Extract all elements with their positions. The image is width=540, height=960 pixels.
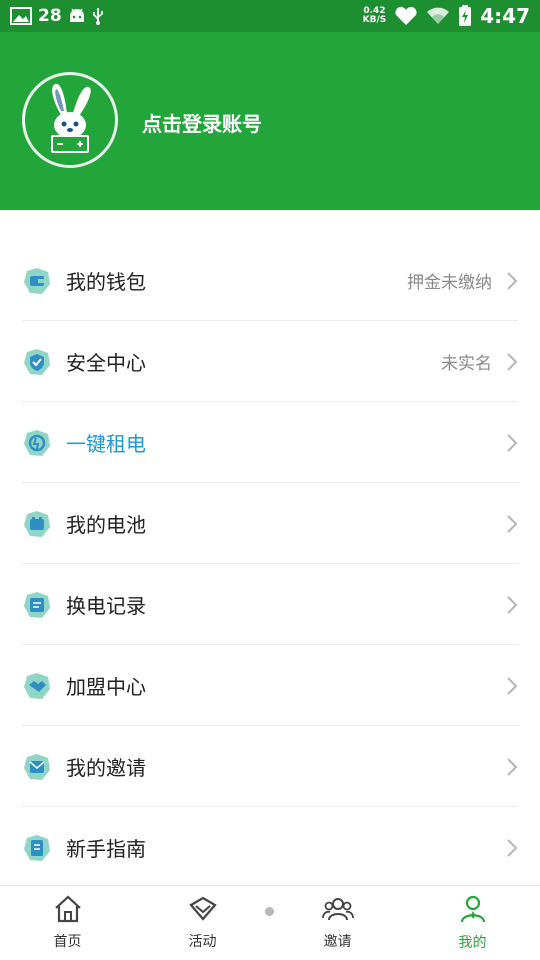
- chevron-right-icon: [506, 595, 518, 615]
- menu-item-rent[interactable]: 一键租电: [0, 402, 540, 483]
- floating-dot: [265, 907, 274, 916]
- menu-label: 新手指南: [66, 837, 146, 861]
- home-icon: [53, 895, 83, 927]
- deposit-status: 押金未缴纳: [407, 273, 492, 293]
- android-icon: [68, 8, 86, 24]
- chevron-right-icon: [506, 676, 518, 696]
- usb-icon: [92, 7, 104, 25]
- menu-list: 我的钱包 押金未缴纳 安全中心 未实名 一键租电 我的电池 换电记录 加盟中心 …: [0, 240, 540, 888]
- status-bar: 28 0.42 KB/S 4:47: [0, 0, 540, 32]
- menu-label: 我的钱包: [66, 270, 146, 294]
- chevron-right-icon: [506, 352, 518, 372]
- menu-item-invites[interactable]: 我的邀请: [0, 726, 540, 807]
- chevron-right-icon: [506, 757, 518, 777]
- tab-label: 我的: [458, 935, 487, 951]
- rabbit-battery-logo: [51, 83, 91, 153]
- notification-count: 28: [38, 6, 62, 26]
- tab-label: 邀请: [323, 934, 352, 950]
- battery-charging-icon: [458, 5, 472, 27]
- menu-label: 加盟中心: [66, 675, 146, 699]
- chevron-right-icon: [506, 433, 518, 453]
- guide-icon: [22, 833, 52, 863]
- net-speed: 0.42 KB/S: [363, 7, 387, 25]
- menu-item-security[interactable]: 安全中心 未实名: [0, 321, 540, 402]
- handshake-icon: [22, 671, 52, 701]
- invite-icon: [22, 752, 52, 782]
- people-icon: [321, 895, 354, 927]
- tab-label: 首页: [53, 934, 82, 950]
- chevron-right-icon: [506, 514, 518, 534]
- shield-icon: [22, 347, 52, 377]
- record-icon: [22, 590, 52, 620]
- image-icon: [10, 7, 32, 25]
- profile-header: 点击登录账号: [0, 32, 540, 210]
- battery-icon: [22, 509, 52, 539]
- menu-item-swap-records[interactable]: 换电记录: [0, 564, 540, 645]
- activity-icon: [188, 895, 218, 927]
- menu-item-wallet[interactable]: 我的钱包 押金未缴纳: [0, 240, 540, 321]
- clock-time: 4:47: [480, 4, 530, 28]
- tab-home[interactable]: 首页: [0, 886, 135, 960]
- wallet-icon: [22, 266, 52, 296]
- menu-label: 我的电池: [66, 513, 146, 537]
- avatar[interactable]: [22, 72, 118, 168]
- heart-icon: [394, 6, 418, 26]
- menu-item-battery[interactable]: 我的电池: [0, 483, 540, 564]
- net-speed-unit: KB/S: [362, 15, 387, 25]
- chevron-right-icon: [506, 838, 518, 858]
- tab-label: 活动: [188, 934, 217, 950]
- menu-label: 换电记录: [66, 594, 146, 618]
- verification-status: 未实名: [441, 354, 492, 374]
- menu-label: 一键租电: [66, 432, 146, 456]
- menu-label: 我的邀请: [66, 756, 146, 780]
- power-icon: [22, 428, 52, 458]
- menu-item-franchise[interactable]: 加盟中心: [0, 645, 540, 726]
- user-icon: [458, 894, 488, 928]
- login-link[interactable]: 点击登录账号: [142, 108, 262, 137]
- bottom-tab-bar: 首页 活动 邀请 我的: [0, 885, 540, 960]
- menu-item-guide[interactable]: 新手指南: [0, 807, 540, 888]
- wifi-icon: [426, 6, 450, 26]
- chevron-right-icon: [506, 271, 518, 291]
- tab-mine[interactable]: 我的: [405, 886, 540, 960]
- tab-invite[interactable]: 邀请: [270, 886, 405, 960]
- menu-label: 安全中心: [66, 351, 146, 375]
- tab-activity[interactable]: 活动: [135, 886, 270, 960]
